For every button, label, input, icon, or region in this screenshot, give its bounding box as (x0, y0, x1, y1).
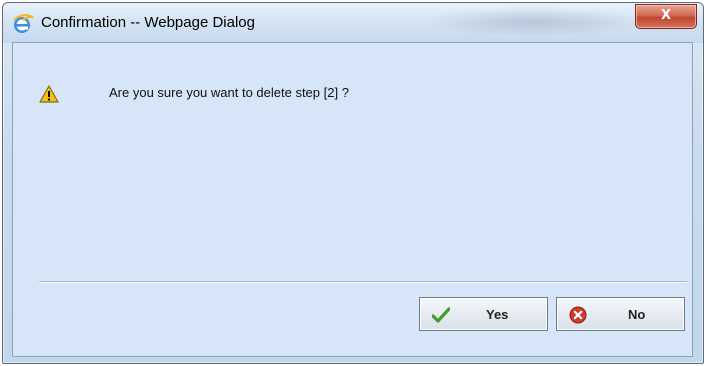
confirmation-message: Are you sure you want to delete step [2]… (109, 85, 349, 100)
background-blur (423, 7, 643, 37)
title-bar[interactable]: Confirmation -- Webpage Dialog X (3, 3, 703, 43)
close-icon: X (660, 8, 672, 23)
dialog-content: Are you sure you want to delete step [2]… (12, 42, 693, 357)
internet-explorer-icon (12, 14, 36, 34)
dialog-window: Confirmation -- Webpage Dialog X Are you… (2, 2, 704, 364)
cancel-circle-icon (569, 306, 587, 324)
yes-button-label: Yes (486, 307, 509, 322)
no-button[interactable]: No (556, 297, 685, 331)
yes-button[interactable]: Yes (419, 297, 548, 331)
warning-icon (39, 85, 59, 103)
no-button-label: No (628, 307, 646, 322)
window-title: Confirmation -- Webpage Dialog (41, 14, 255, 31)
close-button[interactable]: X (635, 4, 697, 29)
button-divider (39, 281, 687, 283)
checkmark-icon (431, 306, 451, 324)
